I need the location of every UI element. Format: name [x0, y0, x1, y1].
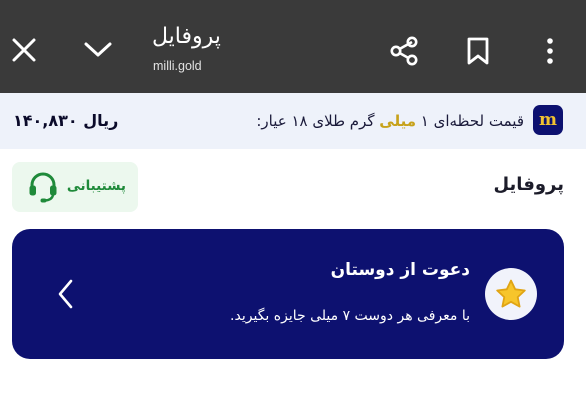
price-value: ۱۴۰,۸۳۰ ریال	[13, 111, 119, 130]
share-icon	[390, 36, 418, 66]
star-badge	[485, 268, 537, 320]
brand-logo: m	[533, 105, 563, 135]
browser-toolbar: پروفایل milli.gold	[0, 0, 586, 93]
price-label-highlight: میلی	[379, 112, 416, 130]
support-button[interactable]: پشتیبانی	[12, 162, 138, 212]
invite-description: با معرفی هر دوست ۷ میلی جایزه بگیرید.	[230, 308, 470, 324]
price-label: قیمت لحظه‌ای ۱ میلی گرم طلای ۱۸ عیار:	[256, 110, 524, 132]
minimize-button[interactable]	[79, 32, 117, 68]
star-icon	[496, 279, 526, 308]
brand-logo-text: m	[539, 109, 557, 130]
price-label-end: گرم طلای ۱۸ عیار:	[256, 112, 375, 130]
browser-title: پروفایل	[152, 24, 221, 49]
headset-icon	[29, 172, 57, 203]
share-button[interactable]	[384, 31, 424, 71]
price-label-start: قیمت لحظه‌ای ۱	[420, 112, 524, 130]
close-icon	[12, 38, 36, 62]
more-vertical-icon	[547, 38, 553, 64]
chevron-down-icon	[84, 42, 112, 57]
invite-friends-card[interactable]: دعوت از دوستان با معرفی هر دوست ۷ میلی ج…	[12, 229, 564, 359]
invite-title: دعوت از دوستان	[330, 260, 470, 280]
support-label: پشتیبانی	[66, 178, 126, 194]
bookmark-icon	[467, 37, 489, 65]
more-menu-button[interactable]	[532, 32, 568, 70]
chevron-left-icon	[58, 279, 73, 309]
page-title: پروفایل	[493, 174, 564, 195]
bookmark-button[interactable]	[460, 32, 496, 70]
close-button[interactable]	[6, 32, 42, 68]
browser-url: milli.gold	[153, 59, 202, 73]
